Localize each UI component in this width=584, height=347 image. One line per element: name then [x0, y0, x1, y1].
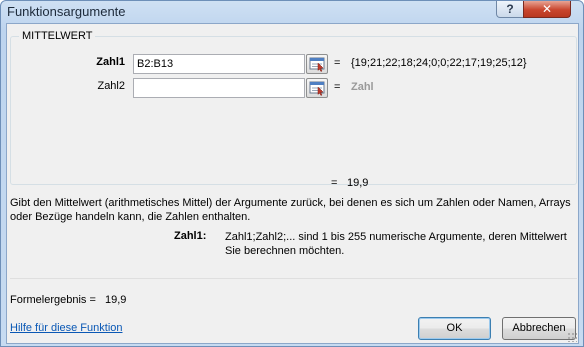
dialog-window: Funktionsargumente ? ✕ MITTELWERT Zahl1 [0, 0, 584, 347]
arg1-collapse-button[interactable] [306, 54, 328, 74]
arguments-group: MITTELWERT Zahl1 = {19;21;22;18;24;0;0;2… [10, 30, 577, 185]
function-description: Gibt den Mittelwert (arithmetisches Mitt… [10, 197, 571, 223]
formula-result-value: 19,9 [104, 294, 127, 306]
collapse-dialog-icon [309, 81, 325, 96]
arg2-input[interactable] [133, 78, 305, 98]
help-icon: ? [506, 2, 514, 16]
function-result-equals: = [331, 177, 338, 189]
parameter-description: Zahl1;Zahl2;... sind 1 bis 255 numerisch… [225, 231, 567, 257]
arg1-result: {19;21;22;18;24;0;0;22;17;19;25;12} [351, 57, 527, 69]
arg2-result: Zahl [351, 81, 374, 93]
parameter-name: Zahl1: [174, 230, 207, 242]
resize-grip[interactable] [567, 332, 577, 342]
arg1-equals: = [334, 57, 341, 69]
arg2-label: Zahl2 [97, 80, 125, 92]
arg2-collapse-button[interactable] [306, 78, 328, 98]
close-icon: ✕ [541, 2, 553, 16]
close-button[interactable]: ✕ [523, 1, 571, 18]
help-button[interactable]: ? [496, 1, 524, 18]
cancel-button[interactable]: Abbrechen [502, 317, 576, 340]
title-bar[interactable]: Funktionsargumente ? ✕ [1, 1, 583, 23]
divider [10, 278, 577, 279]
formula-result: Formelergebnis = 19,9 [10, 294, 126, 306]
arg2-equals: = [334, 81, 341, 93]
ok-button[interactable]: OK [418, 317, 491, 340]
function-name: MITTELWERT [19, 30, 96, 42]
arg1-input[interactable] [133, 54, 305, 74]
function-result-value: 19,9 [347, 177, 369, 189]
window-title: Funktionsargumente [7, 4, 126, 19]
help-link[interactable]: Hilfe für diese Funktion [10, 322, 123, 334]
dialog-body: MITTELWERT Zahl1 = {19;21;22;18;24;0;0;2… [6, 23, 579, 344]
collapse-dialog-icon [309, 57, 325, 72]
formula-result-label: Formelergebnis = [10, 294, 96, 306]
arg1-label: Zahl1 [96, 56, 125, 68]
